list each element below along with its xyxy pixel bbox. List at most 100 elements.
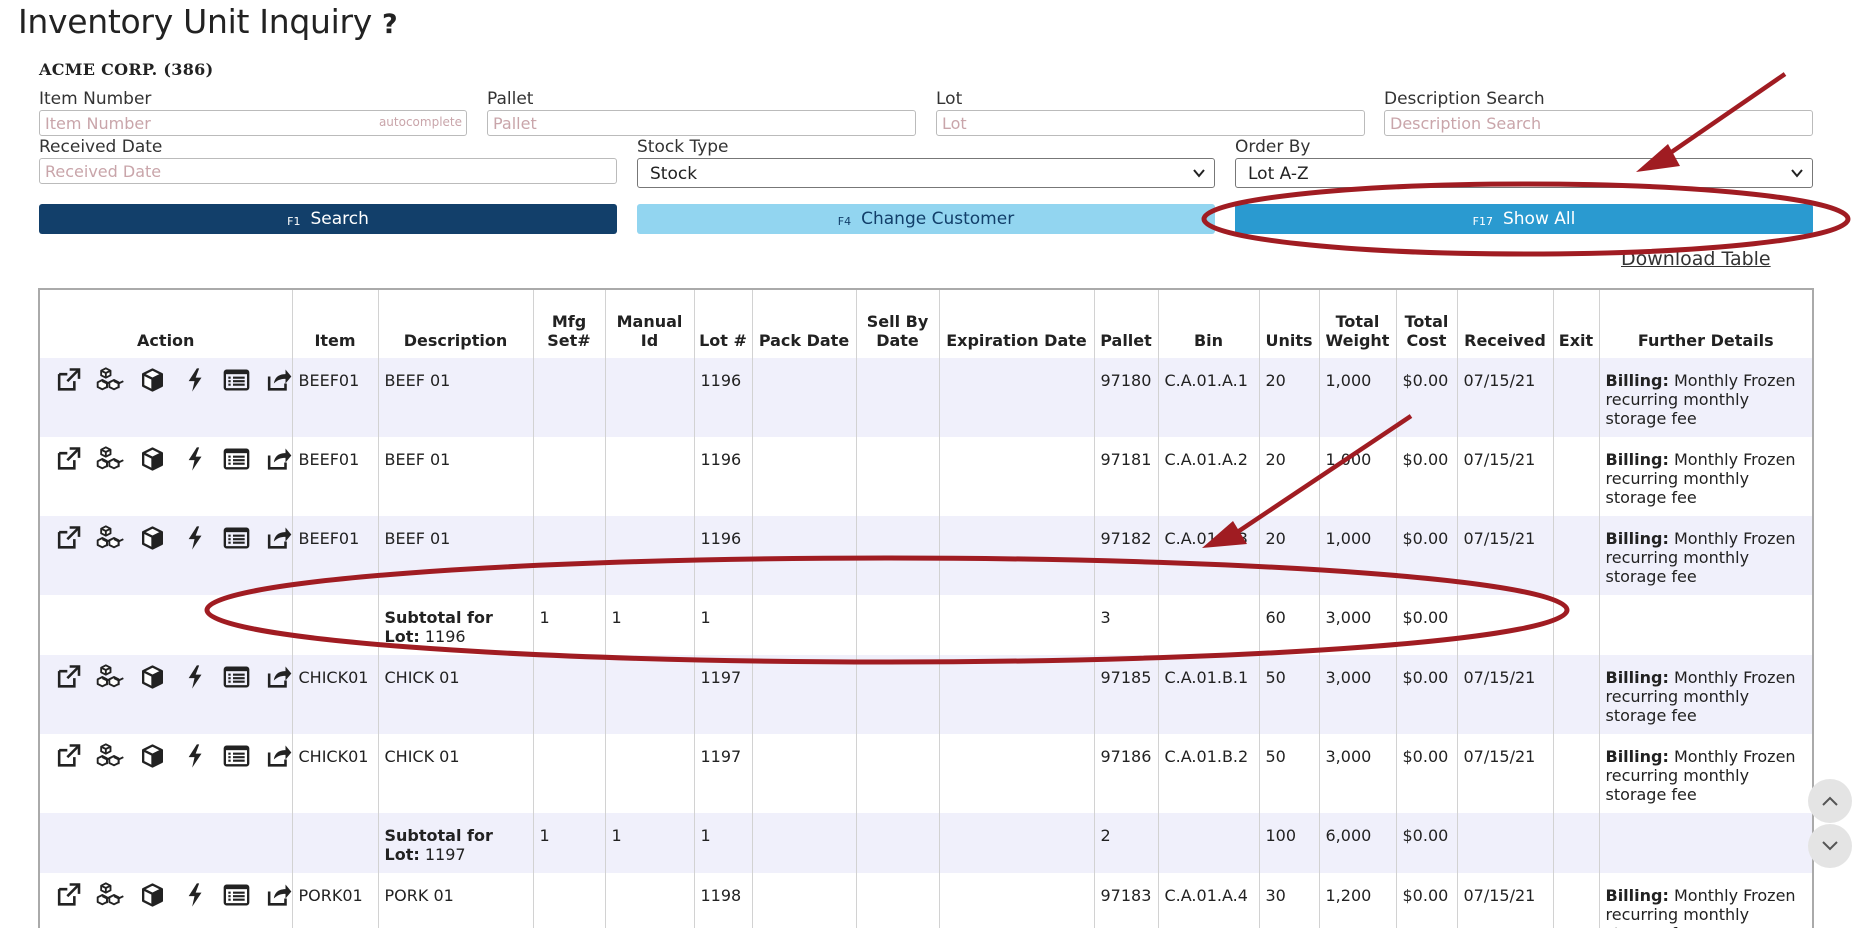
share-icon[interactable] (264, 524, 293, 552)
units-value: 50 (1265, 668, 1286, 687)
col-header[interactable]: Total Cost (1396, 290, 1458, 358)
table-row[interactable]: CHICK01 CHICK 01 1197 97185 C.A.01.B.1 50 3,00… (40, 655, 1812, 734)
billing-label: Billing: (1605, 886, 1669, 905)
download-table-link[interactable]: Download Table (1621, 248, 1771, 270)
lot-input[interactable]: Lot (936, 110, 1365, 136)
external-link-icon[interactable] (54, 881, 83, 909)
col-header[interactable]: Manual Id (605, 290, 695, 358)
col-header[interactable]: Total Weight (1319, 290, 1397, 358)
boxes-icon[interactable] (96, 366, 125, 394)
box-icon[interactable] (138, 742, 167, 770)
box-icon[interactable] (138, 445, 167, 473)
box-icon[interactable] (138, 881, 167, 909)
received-date-input[interactable]: Received Date (39, 158, 617, 184)
bolt-icon[interactable] (180, 524, 209, 552)
col-header[interactable]: Item (292, 290, 379, 358)
table-row[interactable]: BEEF01 BEEF 01 1196 97180 C.A.01.A.1 20 1,000 $… (40, 358, 1812, 437)
boxes-icon[interactable] (96, 445, 125, 473)
col-header[interactable]: Action (40, 290, 293, 358)
scroll-down-button[interactable] (1808, 824, 1852, 868)
boxes-icon[interactable] (96, 663, 125, 691)
col-header[interactable]: Exit (1553, 290, 1600, 358)
external-link-icon[interactable] (54, 742, 83, 770)
change-customer-button[interactable]: F4 Change Customer (637, 204, 1215, 234)
subtotal-label: Subtotal for (384, 608, 493, 627)
col-header[interactable]: Pack Date (752, 290, 857, 358)
share-icon[interactable] (264, 445, 293, 473)
change-customer-button-label: Change Customer (861, 209, 1015, 229)
scroll-up-button[interactable] (1808, 779, 1852, 823)
boxes-icon[interactable] (96, 524, 125, 552)
bolt-icon[interactable] (180, 742, 209, 770)
external-link-icon[interactable] (54, 366, 83, 394)
external-link-icon[interactable] (54, 524, 83, 552)
table-row[interactable]: BEEF01 BEEF 01 1196 97182 C.A.01.A.3 20 1,000 $… (40, 516, 1812, 595)
list-icon[interactable] (222, 742, 251, 770)
table-cell (605, 734, 695, 813)
item-number-input[interactable]: Item Number autocomplete (39, 110, 467, 136)
share-icon[interactable] (264, 881, 293, 909)
col-header[interactable]: Description (378, 290, 534, 358)
stock-type-select[interactable]: Stock (637, 158, 1215, 188)
bolt-icon[interactable] (180, 881, 209, 909)
search-button[interactable]: F1 Search (39, 204, 617, 234)
table-cell (1457, 595, 1554, 655)
box-icon[interactable] (138, 524, 167, 552)
weight-total: 3,000 (1325, 608, 1372, 627)
item-cell: CHICK01 (292, 655, 379, 734)
help-icon[interactable]: ? (382, 9, 398, 40)
col-header[interactable]: Lot # (694, 290, 753, 358)
list-icon[interactable] (222, 524, 251, 552)
table-cell (939, 734, 1095, 813)
external-link-icon[interactable] (54, 445, 83, 473)
description-search-input[interactable]: Description Search (1384, 110, 1813, 136)
box-icon[interactable] (138, 663, 167, 691)
table-cell (533, 734, 606, 813)
col-header[interactable]: Bin (1158, 290, 1260, 358)
table-cell (939, 437, 1095, 516)
col-header[interactable]: Sell By Date (856, 290, 940, 358)
col-header[interactable]: Further Details (1599, 290, 1812, 358)
external-link-icon[interactable] (54, 663, 83, 691)
share-icon[interactable] (264, 742, 293, 770)
list-icon[interactable] (222, 366, 251, 394)
subtotal-lot-label: Lot: (384, 627, 420, 646)
description-value: BEEF 01 (384, 371, 451, 390)
col-header[interactable]: Expiration Date (939, 290, 1095, 358)
boxes-icon[interactable] (96, 881, 125, 909)
bolt-icon[interactable] (180, 445, 209, 473)
col-header[interactable]: Mfg Set# (533, 290, 606, 358)
show-all-button[interactable]: F17 Show All (1235, 204, 1813, 234)
list-icon[interactable] (222, 445, 251, 473)
pallet-input[interactable]: Pallet (487, 110, 916, 136)
cost-total: $0.00 (1402, 608, 1449, 627)
table-row[interactable]: PORK01 PORK 01 1198 97183 C.A.01.A.4 30 1,200 $… (40, 873, 1812, 928)
table-row[interactable]: BEEF01 BEEF 01 1196 97181 C.A.01.A.2 20 1,000 $… (40, 437, 1812, 516)
boxes-icon[interactable] (96, 742, 125, 770)
table-cell: 1 (533, 595, 606, 655)
table-row[interactable]: CHICK01 CHICK 01 1197 97186 C.A.01.B.2 50 3,00… (40, 734, 1812, 813)
col-header[interactable]: Units (1259, 290, 1320, 358)
bolt-icon[interactable] (180, 663, 209, 691)
share-icon[interactable] (264, 663, 293, 691)
order-by-select[interactable]: Lot A-Z (1235, 158, 1813, 188)
table-cell: 97185 (1094, 655, 1159, 734)
pallet-label: Pallet (487, 89, 534, 109)
table-cell: 07/15/21 (1457, 655, 1554, 734)
box-icon[interactable] (138, 366, 167, 394)
share-icon[interactable] (264, 366, 293, 394)
bolt-icon[interactable] (180, 366, 209, 394)
subtotal-label-cell: Subtotal for Lot: 1197 (378, 813, 534, 873)
table-cell: $0.00 (1396, 516, 1458, 595)
col-header[interactable]: Received (1457, 290, 1554, 358)
table-cell (1553, 873, 1600, 928)
item-value: CHICK01 (298, 747, 369, 766)
list-icon[interactable] (222, 881, 251, 909)
table-cell (1553, 734, 1600, 813)
table-cell (1553, 437, 1600, 516)
item-cell (292, 595, 379, 655)
list-icon[interactable] (222, 663, 251, 691)
col-header[interactable]: Pallet (1094, 290, 1159, 358)
pallet-count: 2 (1100, 826, 1111, 845)
table-cell (856, 873, 940, 928)
